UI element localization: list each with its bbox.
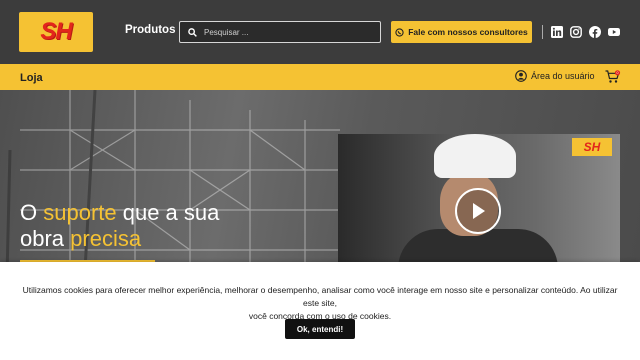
logo-text: SH (40, 18, 72, 45)
search-box[interactable] (179, 21, 381, 43)
top-navbar: SH Produtos Fale com nossos consultores (0, 0, 640, 64)
produtos-menu[interactable]: Produtos (125, 24, 175, 36)
play-icon (473, 203, 485, 219)
accept-cookies-button[interactable]: Ok, entendi! (285, 319, 355, 339)
linkedin-icon[interactable] (551, 26, 563, 38)
user-icon (515, 70, 527, 82)
user-area-link[interactable]: Área do usuário (515, 70, 595, 82)
cart-count: 0 (617, 71, 619, 75)
user-area-label: Área do usuário (531, 71, 595, 81)
sh-logo[interactable]: SH (19, 12, 93, 52)
search-icon (188, 27, 197, 37)
cart-icon[interactable]: 0 (605, 70, 621, 84)
cookie-banner: Utilizamos cookies para oferecer melhor … (0, 262, 640, 360)
headline-line-1: O suporte que a sua (20, 200, 220, 225)
facebook-icon[interactable] (589, 26, 601, 38)
loja-link[interactable]: Loja (20, 72, 43, 84)
whatsapp-icon (395, 27, 404, 37)
play-button[interactable] (455, 188, 501, 234)
search-input[interactable] (204, 27, 380, 37)
cookie-message: Utilizamos cookies para oferecer melhor … (22, 285, 618, 321)
video-sh-logo: SH (572, 138, 612, 156)
consultores-label: Fale com nossos consultores (408, 27, 528, 37)
headline-line-2: obra precisa (20, 226, 142, 251)
consultores-button[interactable]: Fale com nossos consultores (391, 21, 532, 43)
youtube-icon[interactable] (608, 26, 620, 38)
video-helmet (434, 134, 516, 178)
store-bar: Loja Área do usuário 0 (0, 64, 640, 90)
divider (542, 25, 543, 39)
instagram-icon[interactable] (570, 26, 582, 38)
hero-headline: O suporte que a sua obra precisa (20, 200, 219, 252)
